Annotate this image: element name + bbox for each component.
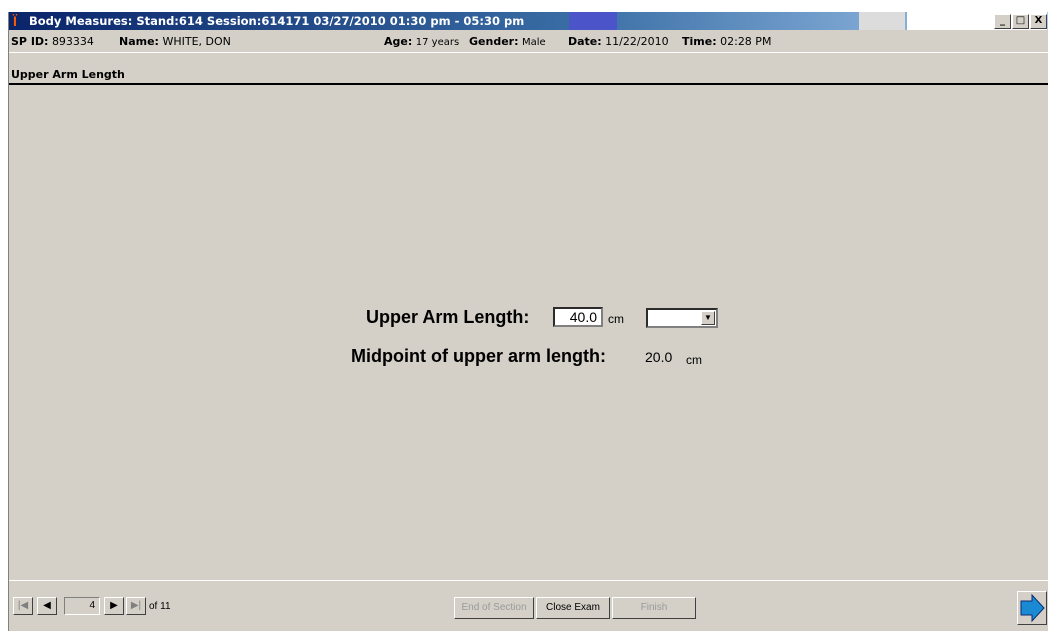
page-number-input[interactable]: 4 — [64, 597, 100, 615]
forward-arrow-icon[interactable] — [1017, 591, 1047, 625]
gender-label: Gender: — [469, 35, 519, 48]
window-controls: _ □ X — [907, 12, 1047, 30]
end-of-section-button[interactable]: End of Section — [454, 597, 534, 619]
time-label: Time: — [682, 35, 717, 48]
maximize-button[interactable]: □ — [1012, 13, 1029, 29]
next-page-icon[interactable]: ▶ — [104, 597, 124, 615]
time-value: 02:28 PM — [720, 35, 772, 48]
title-bar-accent — [569, 12, 617, 30]
chevron-down-icon[interactable]: ▼ — [701, 311, 715, 325]
window-title: Body Measures: Stand:614 Session:614171 … — [29, 14, 525, 28]
gender-value: Male — [521, 37, 546, 48]
upper-arm-length-input[interactable]: 40.0 — [553, 307, 603, 327]
first-page-icon[interactable]: |◀ — [13, 597, 33, 615]
minimize-button[interactable]: _ — [994, 13, 1011, 29]
name-value: WHITE, DON — [162, 35, 231, 48]
title-bar-gap — [859, 12, 905, 30]
midpoint-label: Midpoint of upper arm length: — [351, 346, 606, 366]
title-bar: Ϊ Body Measures: Stand:614 Session:61417… — [9, 12, 1048, 30]
date-label: Date: — [568, 35, 602, 48]
app-window: Ϊ Body Measures: Stand:614 Session:61417… — [8, 12, 1048, 631]
date-value: 11/22/2010 — [605, 35, 669, 48]
section-header: Upper Arm Length — [9, 52, 1048, 85]
comment-select[interactable]: ▼ — [646, 308, 718, 328]
age-label: Age: — [384, 35, 413, 48]
close-exam-button[interactable]: Close Exam — [536, 597, 610, 619]
footer-bar: |◀ ◀ 4 ▶ ▶| of 11 End of Section Close E… — [9, 580, 1048, 632]
close-button[interactable]: X — [1030, 13, 1047, 29]
name-label: Name: — [119, 35, 159, 48]
app-icon: Ϊ — [13, 13, 17, 29]
page-count: of 11 — [149, 601, 171, 612]
midpoint-value: 20.0 — [645, 349, 673, 365]
participant-info-bar: SP ID: 893334 Name: WHITE, DON Age: 17 y… — [9, 31, 1048, 51]
previous-page-icon[interactable]: ◀ — [37, 597, 57, 615]
sp-id-label: SP ID: — [11, 35, 49, 48]
forward-arrow-graphic — [1020, 593, 1045, 623]
age-value: 17 years — [415, 37, 460, 48]
upper-arm-length-label: Upper Arm Length: — [366, 307, 530, 327]
section-title: Upper Arm Length — [11, 68, 125, 81]
upper-arm-length-unit: cm — [608, 312, 624, 326]
last-page-icon[interactable]: ▶| — [126, 597, 146, 615]
sp-id-value: 893334 — [51, 35, 94, 48]
midpoint-unit: cm — [686, 353, 702, 367]
finish-button[interactable]: Finish — [612, 597, 696, 619]
